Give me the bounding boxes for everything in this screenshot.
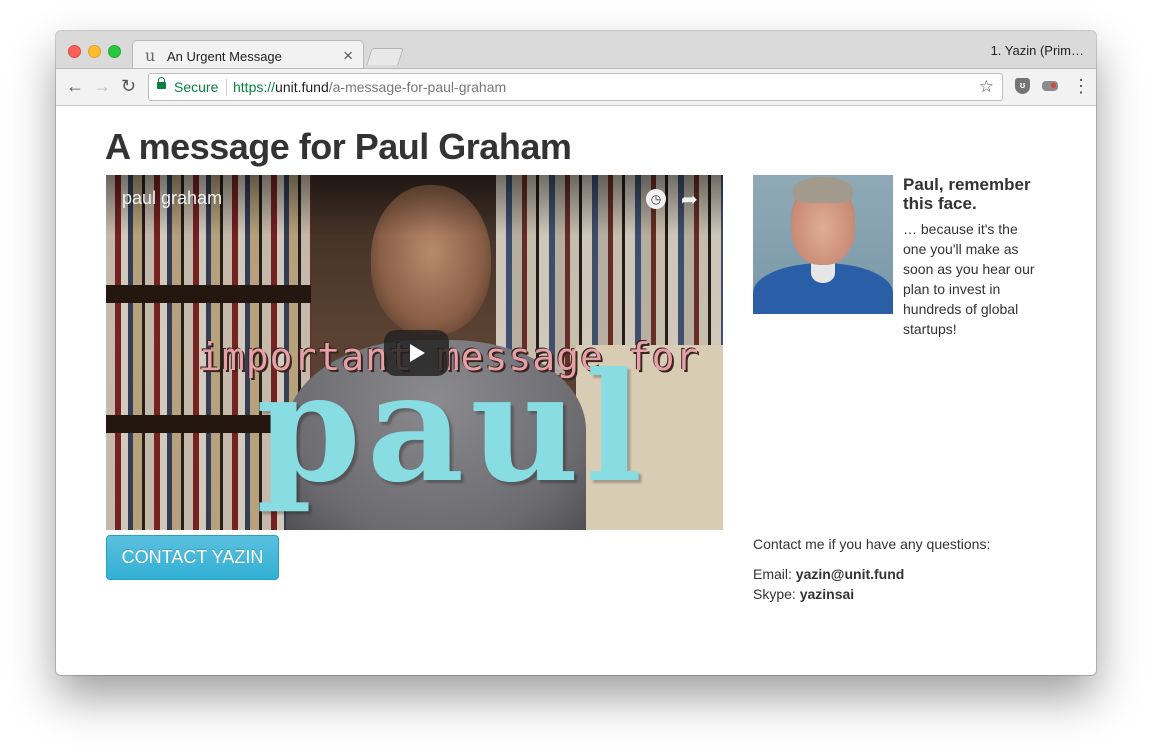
close-window-button[interactable] [68,45,81,58]
reload-icon[interactable]: ↻ [121,76,136,96]
browser-toolbar: ← → ↻ Secure https://unit.fund/a-message… [56,68,1096,106]
url-scheme: https:// [233,79,276,95]
url-text[interactable]: https://unit.fund/a-message-for-paul-gra… [233,79,506,95]
profile-name[interactable]: 1. Yazin (Prim… [991,43,1084,58]
contact-email: Email: yazin@unit.fund [753,566,904,582]
email-value[interactable]: yazin@unit.fund [796,566,905,582]
back-arrow-icon[interactable]: ← [66,76,84,96]
email-label: Email: [753,566,792,582]
photo-hair [793,177,853,203]
paul-graham-photo [753,175,893,314]
bookmark-star-icon[interactable]: ☆ [979,77,994,97]
browser-tab[interactable]: u An Urgent Message × [132,40,364,70]
contact-intro: Contact me if you have any questions: [753,536,991,552]
new-tab-button[interactable] [366,48,404,65]
video-shelf-band [106,285,311,303]
tab-title: An Urgent Message [167,49,282,64]
skype-value[interactable]: yazinsai [800,586,854,602]
title-bar: u An Urgent Message × 1. Yazin (Prim… [56,31,1096,70]
contact-yazin-button[interactable]: CONTACT YAZIN [106,535,279,580]
extension-icon[interactable] [1042,81,1058,91]
close-tab-icon[interactable]: × [343,46,353,66]
share-icon[interactable]: ➦ [681,187,698,212]
ublock-extension-icon[interactable]: ʊ [1015,78,1030,94]
address-bar[interactable]: Secure https://unit.fund/a-message-for-p… [148,73,1003,101]
contact-skype: Skype: yazinsai [753,586,854,602]
browser-menu-icon[interactable]: ⋮ [1072,76,1090,96]
page-title: A message for Paul Graham [105,126,572,167]
video-overlay-text-line2: paul [256,340,649,516]
forward-arrow-icon[interactable]: → [93,76,111,96]
watch-later-icon[interactable]: ◷ [646,189,666,209]
url-host: unit.fund [275,79,329,95]
secure-label: Secure [174,79,219,95]
minimize-window-button[interactable] [88,45,101,58]
site-favicon-icon: u [145,46,156,65]
photo-collar [811,263,835,283]
maximize-window-button[interactable] [108,45,121,58]
play-button-icon[interactable] [384,330,449,376]
page-content: A message for Paul Graham paul graham ◷ … [56,106,1096,675]
profile-text: … because it's the one you'll make as so… [903,221,1035,337]
address-separator [226,79,227,96]
url-path: /a-message-for-paul-graham [328,79,507,95]
skype-label: Skype: [753,586,796,602]
video-player[interactable]: paul graham ◷ ➦ important message for pa… [106,175,723,530]
video-title[interactable]: paul graham [122,188,222,209]
lock-icon [157,77,166,89]
profile-heading: Paul, remember this face. [903,175,1031,213]
browser-window: u An Urgent Message × 1. Yazin (Prim… ← … [56,31,1096,675]
